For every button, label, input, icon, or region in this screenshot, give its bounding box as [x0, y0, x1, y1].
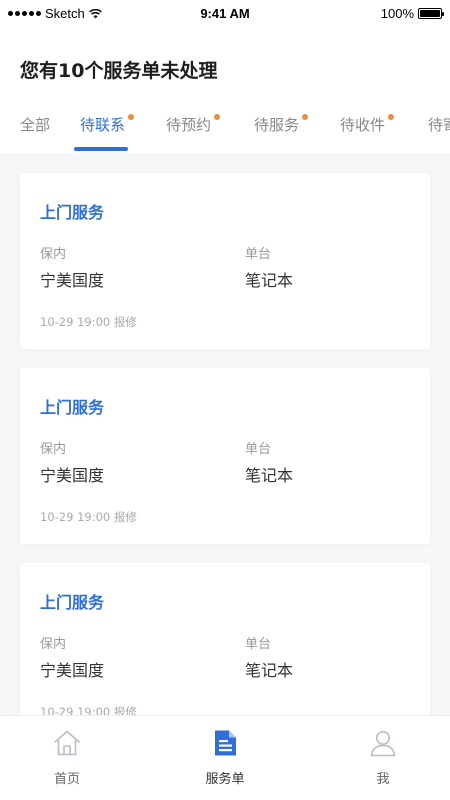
tab-label: 待寄: [428, 116, 450, 134]
page-title: 您有10个服务单未处理: [20, 60, 218, 82]
tab-to-appoint[interactable]: 待预约: [166, 114, 221, 135]
nav-label: 我: [376, 772, 390, 787]
quantity-label: 单台: [245, 442, 272, 457]
tab-label: 待服务: [254, 116, 300, 134]
header: 您有10个服务单未处理 全部 待联系 待预约 待服务 待收件 待寄: [0, 28, 450, 153]
warranty-label: 保内: [40, 247, 67, 262]
report-time: 10-29 19:00 报修: [40, 315, 137, 329]
tab-label: 全部: [20, 116, 51, 134]
notification-dot: [302, 114, 309, 120]
tab-to-contact[interactable]: 待联系: [80, 114, 135, 135]
card-title: 上门服务: [40, 398, 105, 417]
device-value: 笔记本: [245, 271, 294, 290]
device-value: 笔记本: [245, 466, 294, 485]
quantity-label: 单台: [245, 637, 272, 652]
tab-bar: 全部 待联系 待预约 待服务 待收件 待寄: [0, 110, 450, 152]
tab-to-send[interactable]: 待寄: [428, 114, 450, 135]
service-order-card[interactable]: 上门服务 保内 宁美国度 单台 笔记本 10-29 19:00 报修: [20, 563, 430, 715]
status-right: 100%: [380, 6, 444, 21]
document-icon: [215, 730, 236, 756]
service-order-card[interactable]: 上门服务 保内 宁美国度 单台 笔记本 10-29 19:00 报修: [20, 368, 430, 544]
home-icon: [54, 730, 80, 756]
status-bar: Sketch 9:41 AM 100%: [0, 0, 450, 28]
nav-me[interactable]: 我: [338, 728, 428, 787]
tab-active-indicator: [74, 147, 128, 151]
tab-label: 待联系: [80, 116, 126, 134]
report-time: 10-29 19:00 报修: [40, 705, 137, 715]
tab-to-service[interactable]: 待服务: [254, 114, 309, 135]
nav-label: 服务单: [205, 772, 245, 787]
nav-label: 首页: [53, 772, 80, 787]
brand-value: 宁美国度: [40, 661, 105, 680]
report-time: 10-29 19:00 报修: [40, 510, 137, 524]
brand-value: 宁美国度: [40, 271, 105, 290]
warranty-label: 保内: [40, 637, 67, 652]
notification-dot: [388, 114, 395, 120]
battery-icon: [418, 8, 444, 19]
tab-label: 待收件: [340, 116, 386, 134]
battery-percent: 100%: [380, 6, 414, 21]
service-order-card[interactable]: 上门服务 保内 宁美国度 单台 笔记本 10-29 19:00 报修: [20, 173, 430, 349]
warranty-label: 保内: [40, 442, 67, 457]
nav-service-orders[interactable]: 服务单: [180, 728, 270, 787]
bottom-nav: 首页 服务单 我: [0, 715, 450, 800]
tab-to-receive[interactable]: 待收件: [340, 114, 395, 135]
notification-dot: [128, 114, 135, 120]
card-title: 上门服务: [40, 203, 105, 222]
tab-label: 待预约: [166, 116, 212, 134]
quantity-label: 单台: [245, 247, 272, 262]
tab-all[interactable]: 全部: [20, 114, 50, 135]
brand-value: 宁美国度: [40, 466, 105, 485]
nav-home[interactable]: 首页: [22, 728, 112, 787]
user-icon: [370, 731, 396, 757]
service-order-list[interactable]: 上门服务 保内 宁美国度 单台 笔记本 10-29 19:00 报修 上门服务 …: [0, 153, 450, 715]
card-title: 上门服务: [40, 593, 105, 612]
device-value: 笔记本: [245, 661, 294, 680]
notification-dot: [214, 114, 221, 120]
